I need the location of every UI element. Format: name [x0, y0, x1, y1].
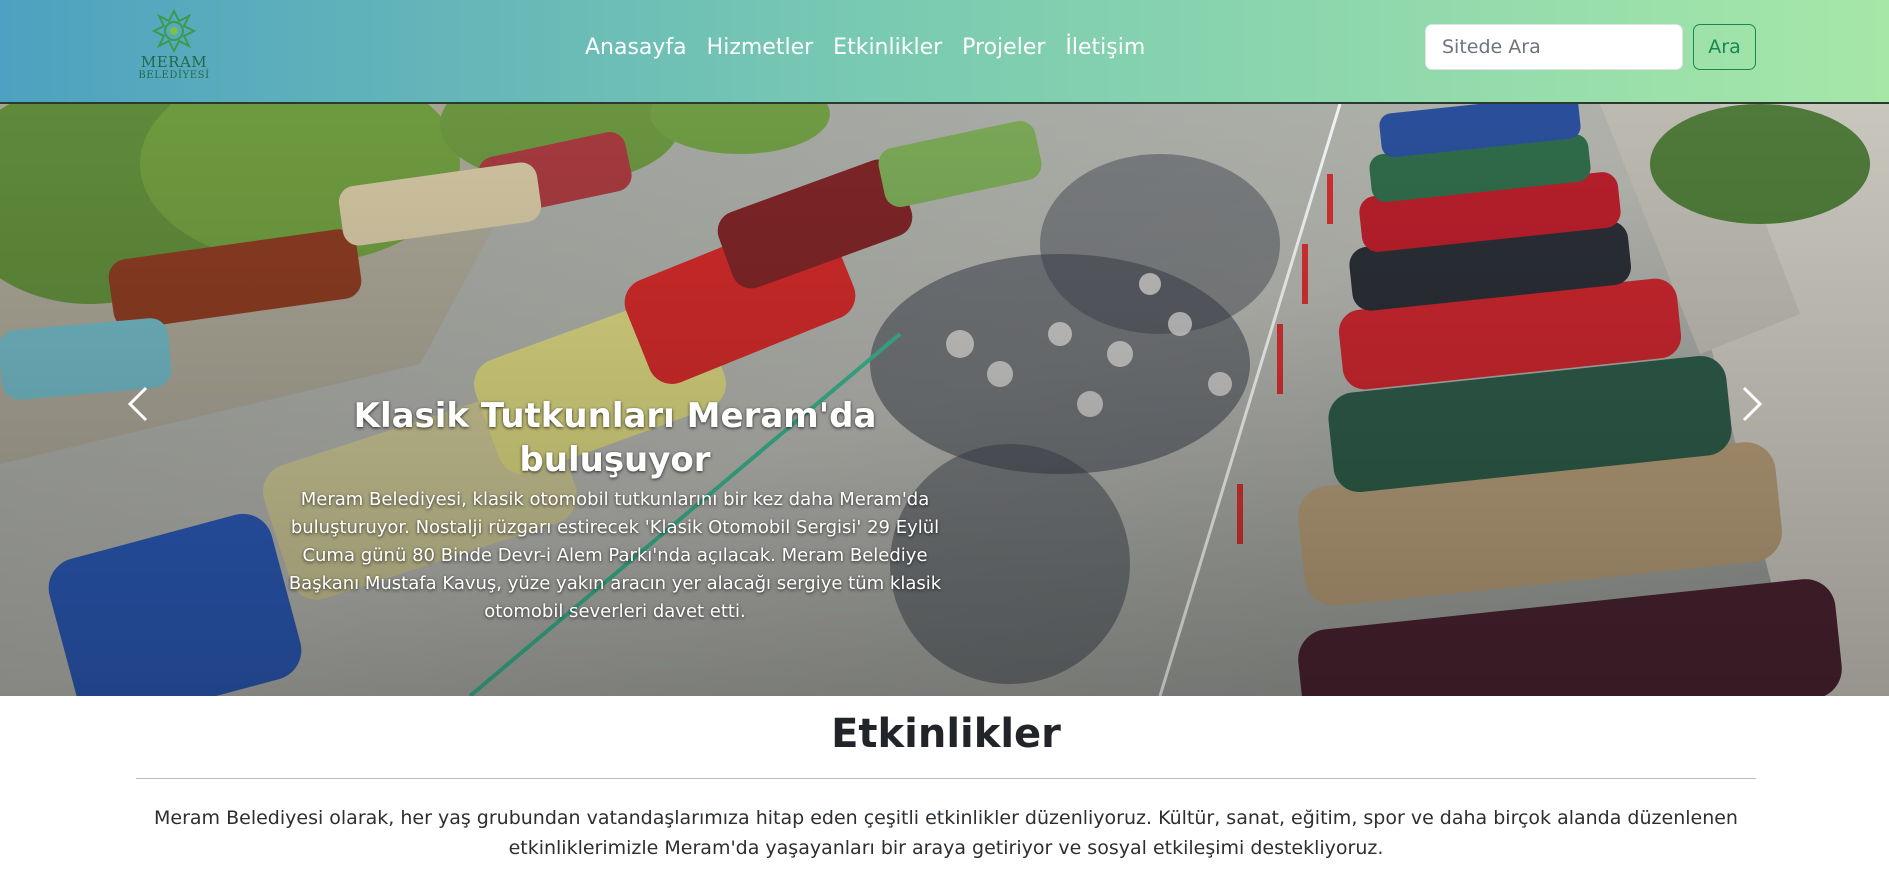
- chevron-right-icon: [1742, 386, 1763, 422]
- nav-link-anasayfa[interactable]: Anasayfa: [575, 33, 697, 63]
- logo-line1: MERAM: [140, 53, 208, 71]
- slide-text: Meram Belediyesi, klasik otomobil tutkun…: [288, 489, 942, 622]
- section-description: Meram Belediyesi olarak, her yaş grubund…: [154, 807, 1738, 859]
- nav-link-hizmetler[interactable]: Hizmetler: [697, 33, 824, 63]
- top-navbar: MERAM BELEDİYESİ Anasayfa Hizmetler Etki…: [0, 0, 1889, 104]
- nav-link-etkinlikler[interactable]: Etkinlikler: [823, 33, 952, 63]
- search-button[interactable]: Ara: [1693, 24, 1756, 70]
- brand-logo[interactable]: MERAM BELEDİYESİ: [138, 8, 210, 88]
- search-form: Ara: [1425, 24, 1756, 70]
- section-divider: [136, 778, 1756, 779]
- hero-carousel: Klasik Tutkunları Meram'da buluşuyor Mer…: [0, 104, 1889, 696]
- search-input[interactable]: [1425, 24, 1683, 70]
- slide-caption: Klasik Tutkunları Meram'da buluşuyor Mer…: [270, 394, 960, 626]
- chevron-left-icon: [127, 386, 148, 422]
- logo-line2: BELEDİYESİ: [138, 70, 210, 81]
- rosette-logo-icon: [151, 8, 197, 54]
- carousel-next-button[interactable]: [1722, 374, 1782, 434]
- main-nav: Anasayfa Hizmetler Etkinlikler Projeler …: [575, 33, 1155, 63]
- slide-title: Klasik Tutkunları Meram'da buluşuyor: [353, 396, 877, 480]
- nav-link-iletisim[interactable]: İletişim: [1055, 33, 1155, 63]
- section-title: Etkinlikler: [831, 711, 1061, 757]
- events-section: Etkinlikler Meram Belediyesi olarak, her…: [136, 706, 1756, 863]
- nav-link-projeler[interactable]: Projeler: [952, 33, 1055, 63]
- carousel-prev-button[interactable]: [108, 374, 168, 434]
